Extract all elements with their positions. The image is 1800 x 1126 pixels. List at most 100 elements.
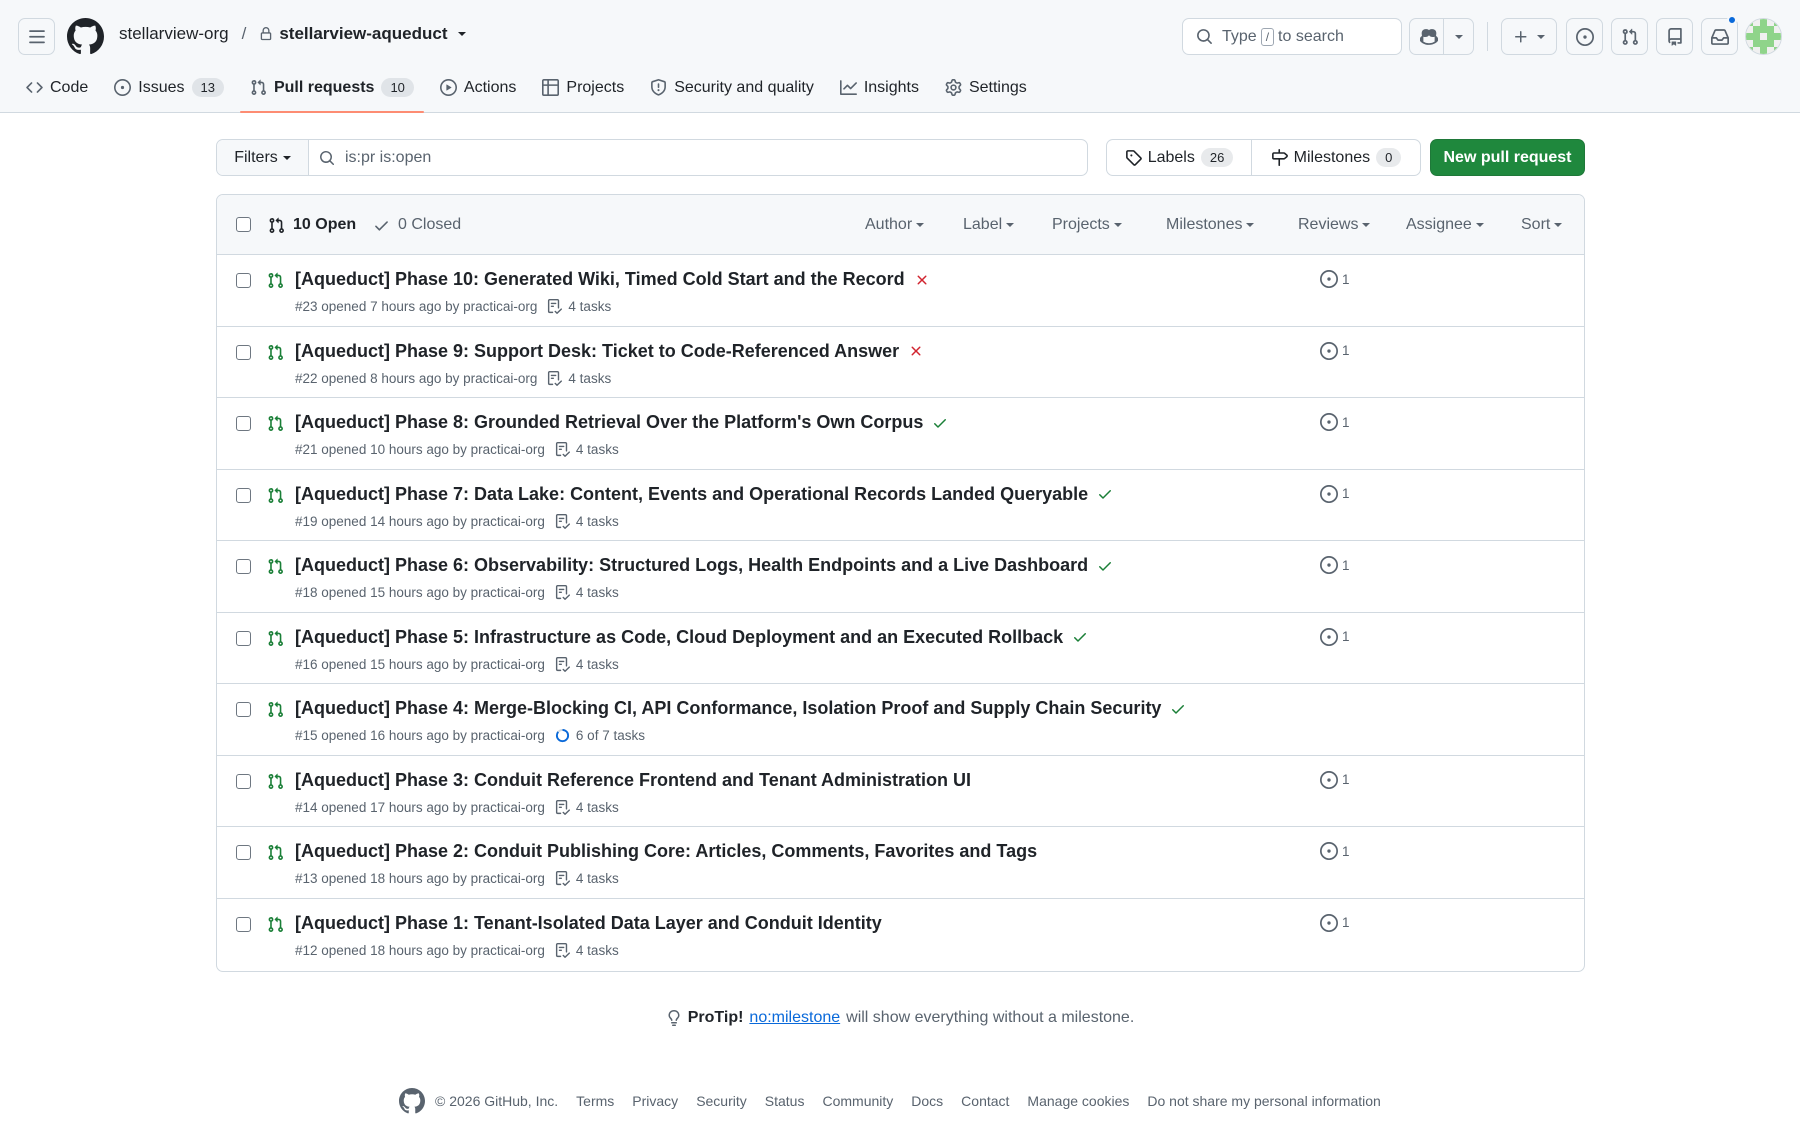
labels-button[interactable]: Labels 26 bbox=[1107, 140, 1252, 175]
comment-count-link[interactable]: 1 bbox=[1320, 270, 1350, 288]
footer-link-community[interactable]: Community bbox=[822, 1093, 893, 1109]
assignee-filter[interactable]: Assignee bbox=[1406, 195, 1484, 255]
create-new-button[interactable] bbox=[1501, 18, 1557, 55]
x-fail-icon[interactable] bbox=[908, 343, 924, 359]
new-pull-request-button[interactable]: New pull request bbox=[1430, 139, 1585, 176]
closed-state-link[interactable]: 0 Closed bbox=[373, 195, 461, 255]
tab-issues[interactable]: Issues 13 bbox=[114, 72, 224, 113]
comment-count-link[interactable]: 1 bbox=[1320, 627, 1350, 646]
footer-link-contact[interactable]: Contact bbox=[961, 1093, 1009, 1109]
select-all-checkbox[interactable] bbox=[236, 217, 251, 232]
org-link[interactable]: stellarview-org bbox=[119, 24, 229, 44]
comment-count-link[interactable]: 1 bbox=[1320, 770, 1350, 789]
comment-count-link[interactable]: 1 bbox=[1320, 413, 1350, 431]
repo-tabs: Code Issues 13 Pull requests 10 Actions … bbox=[26, 72, 1053, 113]
row-checkbox[interactable] bbox=[236, 773, 251, 789]
label-filter[interactable]: Label bbox=[963, 195, 1015, 255]
check-pass-icon[interactable] bbox=[1072, 629, 1088, 645]
pr-title-link[interactable]: [Aqueduct] Phase 9: Support Desk: Ticket… bbox=[295, 341, 899, 362]
tab-code[interactable]: Code bbox=[26, 72, 88, 113]
x-fail-icon[interactable] bbox=[914, 272, 930, 288]
shield-icon bbox=[651, 79, 667, 96]
issues-shortcut-button[interactable] bbox=[1566, 18, 1603, 55]
footer-link-manage-cookies[interactable]: Manage cookies bbox=[1027, 1093, 1129, 1109]
comment-count-link[interactable]: 1 bbox=[1320, 913, 1350, 932]
milestones-filter[interactable]: Milestones bbox=[1166, 195, 1255, 255]
row-checkbox[interactable] bbox=[236, 487, 251, 503]
tab-settings[interactable]: Settings bbox=[945, 72, 1027, 113]
row-checkbox[interactable] bbox=[236, 344, 251, 360]
gear-icon bbox=[945, 79, 962, 96]
comment-count-link[interactable]: 1 bbox=[1320, 842, 1350, 860]
pull-requests-shortcut-button[interactable] bbox=[1611, 18, 1648, 55]
tab-pull-requests[interactable]: Pull requests 10 bbox=[239, 72, 424, 113]
filters-dropdown[interactable]: Filters bbox=[217, 140, 309, 175]
footer-link-docs[interactable]: Docs bbox=[911, 1093, 943, 1109]
tab-label: Pull requests bbox=[273, 78, 375, 96]
pr-title-link[interactable]: [Aqueduct] Phase 1: Tenant-Isolated Data… bbox=[295, 913, 882, 934]
play-icon bbox=[439, 79, 457, 96]
author-filter[interactable]: Author bbox=[865, 195, 925, 255]
copilot-button[interactable] bbox=[1409, 18, 1474, 55]
task-count: 4 tasks bbox=[575, 513, 619, 529]
footer-link-security[interactable]: Security bbox=[696, 1093, 747, 1109]
pr-title-link[interactable]: [Aqueduct] Phase 6: Observability: Struc… bbox=[295, 555, 1088, 576]
row-checkbox[interactable] bbox=[236, 416, 251, 431]
pr-title-link[interactable]: [Aqueduct] Phase 10: Generated Wiki, Tim… bbox=[295, 269, 905, 290]
footer: © 2026 GitHub, Inc. Terms Privacy Securi… bbox=[399, 1088, 1381, 1114]
pr-title-row: [Aqueduct] Phase 7: Data Lake: Content, … bbox=[295, 484, 1113, 505]
pr-title-link[interactable]: [Aqueduct] Phase 8: Grounded Retrieval O… bbox=[295, 412, 923, 433]
tab-security[interactable]: Security and quality bbox=[650, 72, 814, 113]
check-pass-icon[interactable] bbox=[1097, 558, 1113, 574]
projects-filter[interactable]: Projects bbox=[1052, 195, 1122, 255]
inbox-icon bbox=[1710, 28, 1729, 45]
pr-search-input[interactable]: is:pr is:open bbox=[309, 140, 1087, 175]
tab-projects[interactable]: Projects bbox=[542, 72, 624, 113]
row-checkbox[interactable] bbox=[236, 559, 251, 574]
repositories-button[interactable] bbox=[1656, 18, 1693, 55]
footer-link-terms[interactable]: Terms bbox=[576, 1093, 614, 1109]
no-milestone-link[interactable]: no:milestone bbox=[749, 1009, 840, 1027]
github-logo-icon[interactable] bbox=[67, 18, 104, 55]
footer-link-do-not-share[interactable]: Do not share my personal information bbox=[1147, 1093, 1380, 1109]
pr-meta: #16 opened 15 hours ago by practicai-org… bbox=[295, 656, 619, 672]
labels-label: Labels bbox=[1147, 148, 1195, 166]
comment-count-link[interactable]: 1 bbox=[1320, 484, 1350, 503]
issue-opened-icon bbox=[114, 79, 132, 96]
comment-count-link[interactable]: 1 bbox=[1320, 341, 1350, 360]
check-pass-icon[interactable] bbox=[932, 415, 948, 431]
check-pass-icon[interactable] bbox=[1170, 701, 1186, 717]
row-checkbox[interactable] bbox=[236, 630, 251, 646]
row-checkbox[interactable] bbox=[236, 273, 251, 288]
milestones-button[interactable]: Milestones 0 bbox=[1252, 140, 1420, 175]
row-checkbox[interactable] bbox=[236, 916, 251, 932]
reviews-filter[interactable]: Reviews bbox=[1298, 195, 1371, 255]
pr-title-link[interactable]: [Aqueduct] Phase 2: Conduit Publishing C… bbox=[295, 841, 1037, 862]
user-avatar[interactable] bbox=[1745, 18, 1782, 55]
pr-title-link[interactable]: [Aqueduct] Phase 4: Merge-Blocking CI, A… bbox=[295, 698, 1161, 719]
footer-link-status[interactable]: Status bbox=[765, 1093, 805, 1109]
pr-title-link[interactable]: [Aqueduct] Phase 3: Conduit Reference Fr… bbox=[295, 770, 971, 791]
issue-opened-icon bbox=[1575, 27, 1594, 46]
pr-title-link[interactable]: [Aqueduct] Phase 7: Data Lake: Content, … bbox=[295, 484, 1088, 505]
github-logo-icon[interactable] bbox=[399, 1088, 425, 1114]
tab-insights[interactable]: Insights bbox=[839, 72, 919, 113]
row-checkbox[interactable] bbox=[236, 845, 251, 860]
open-state-link[interactable]: 10 Open bbox=[268, 195, 356, 255]
menu-button[interactable] bbox=[18, 18, 55, 55]
pull-request-list: 10 Open 0 Closed Author Label Projects M… bbox=[216, 194, 1585, 972]
global-search[interactable]: Type / to search bbox=[1182, 18, 1402, 55]
check-pass-icon[interactable] bbox=[1097, 486, 1113, 502]
pr-title-link[interactable]: [Aqueduct] Phase 5: Infrastructure as Co… bbox=[295, 627, 1063, 648]
chevron-down-icon bbox=[1113, 223, 1122, 227]
comment-count-link[interactable]: 1 bbox=[1320, 556, 1350, 574]
tab-label: Settings bbox=[968, 78, 1027, 96]
repo-link[interactable]: stellarview-aqueduct bbox=[279, 24, 447, 44]
copilot-chevron-down-icon[interactable] bbox=[1455, 35, 1463, 39]
sort-dropdown[interactable]: Sort bbox=[1521, 195, 1563, 255]
row-checkbox[interactable] bbox=[236, 702, 251, 717]
footer-link-privacy[interactable]: Privacy bbox=[632, 1093, 678, 1109]
tab-actions[interactable]: Actions bbox=[439, 72, 516, 113]
repo-chevron-down-icon[interactable] bbox=[457, 32, 466, 36]
task-progress: 4 tasks bbox=[555, 656, 619, 672]
